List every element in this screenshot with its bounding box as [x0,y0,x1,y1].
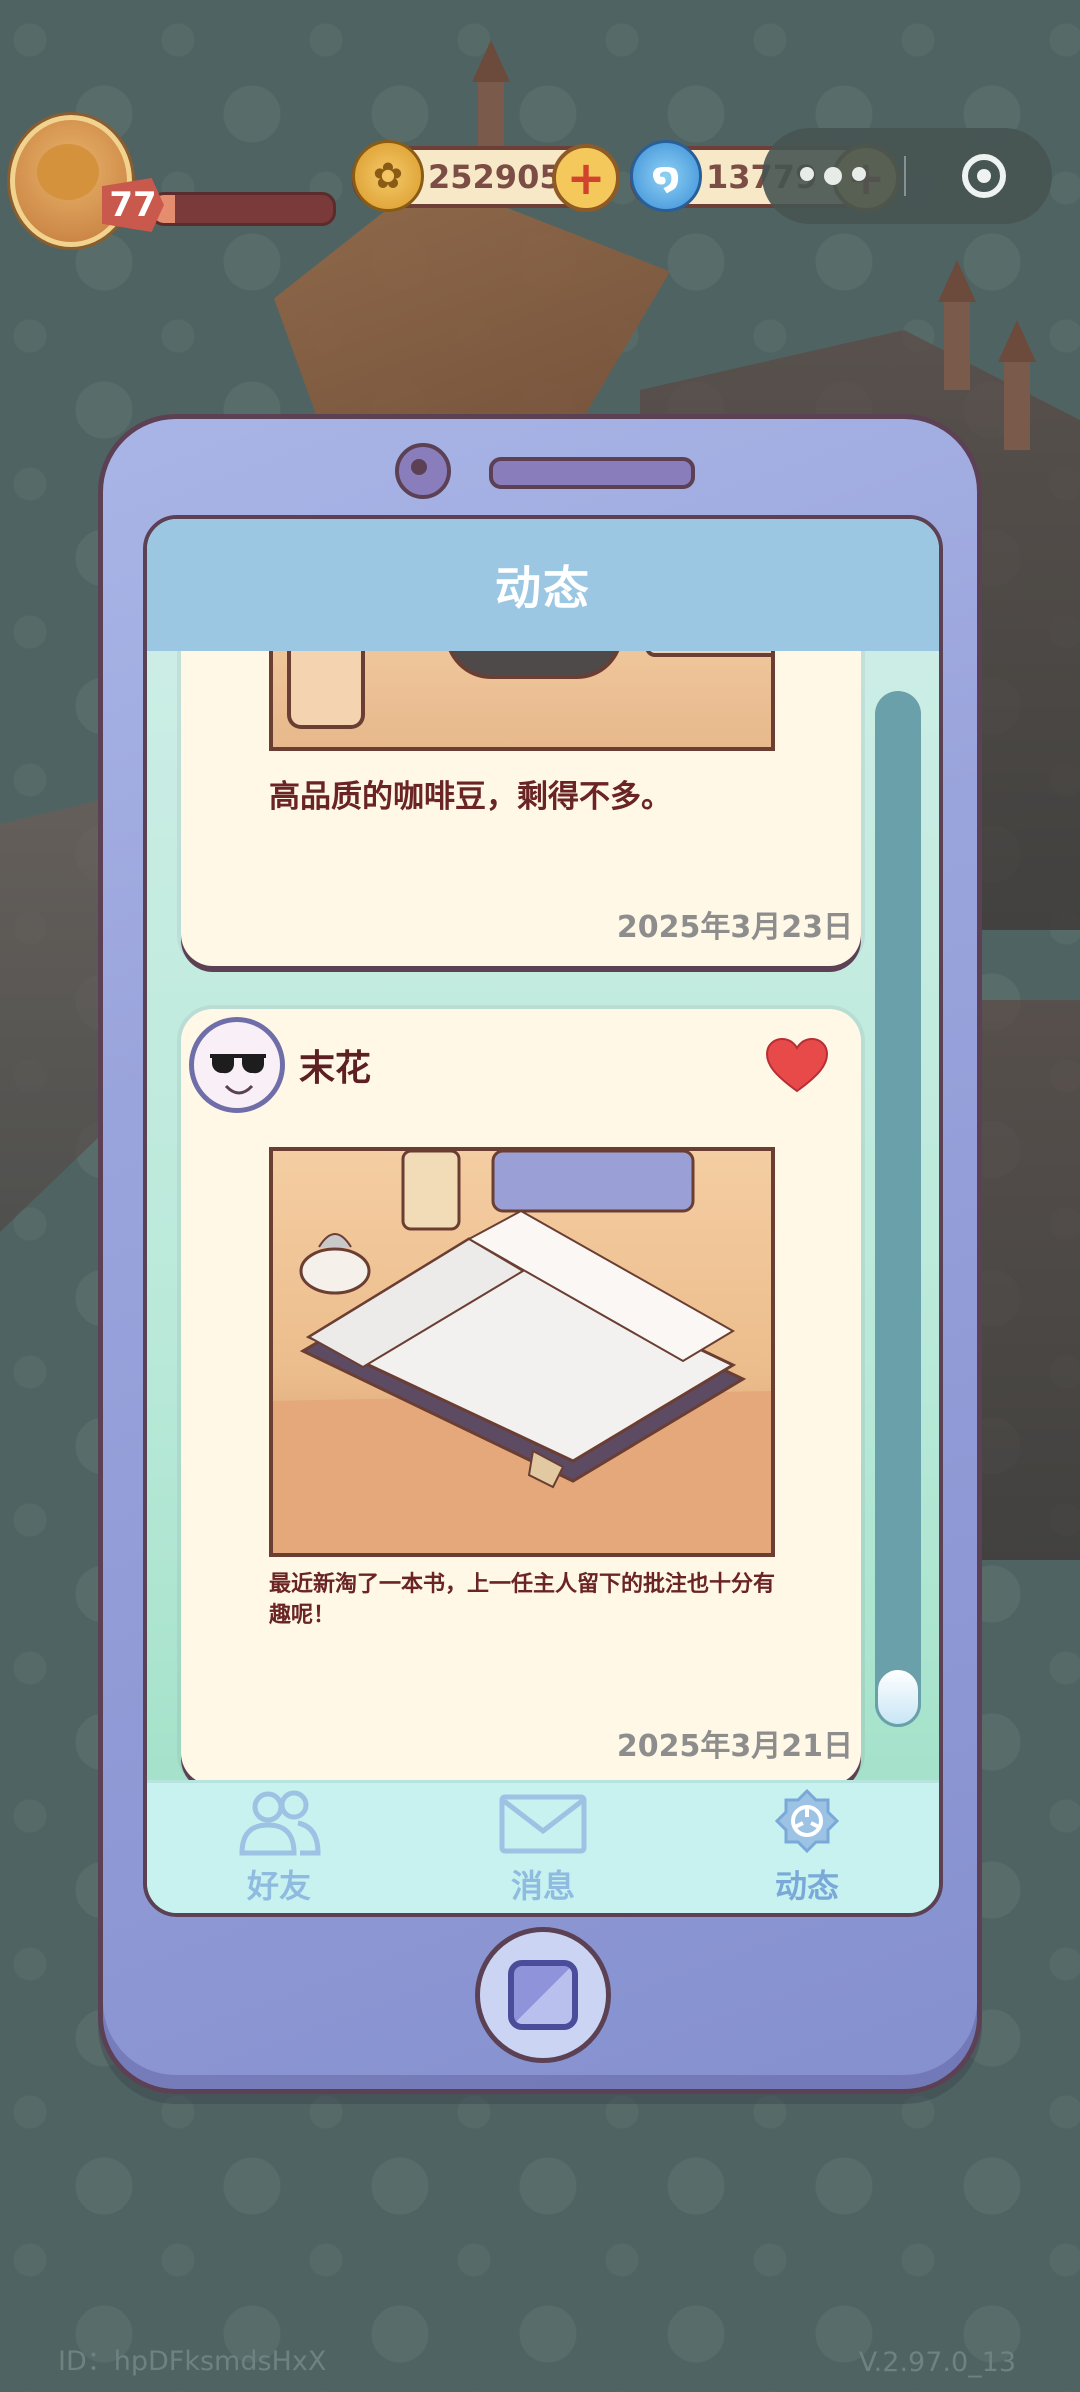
friends-icon [239,1790,321,1856]
phone-camera [395,443,451,499]
tab-label: 消息 [510,1867,575,1905]
moments-icon [774,1789,840,1854]
version-label: V.2.97.0_13 [858,2347,1016,2378]
coin-icon: ✿ [352,140,424,212]
post-photo-book [269,1147,775,1557]
tab-friends[interactable]: 好友 [179,1788,379,1908]
level-progress-bar [150,192,336,226]
author-avatar[interactable] [189,1017,285,1113]
screen-header: 动态 [147,519,939,651]
phone-screen: 动态 高品质的咖啡豆，剩得不多。 2025年3月23日 末花 最近新淘了一本书，… [143,515,943,1917]
moments-feed[interactable]: 高品质的咖啡豆，剩得不多。 2025年3月23日 末花 最近新淘了一本书，上一任… [147,651,939,1783]
post-card: 末花 最近新淘了一本书，上一任主人留下的批注也十分有趣呢！ 2025年3月21日 [181,1009,861,1783]
post-photo-coffee [269,651,775,751]
phone-device: 动态 高品质的咖啡豆，剩得不多。 2025年3月23日 末花 最近新淘了一本书，… [98,414,982,2094]
coin-value: 252905 [428,158,562,196]
home-square-icon [508,1960,578,2030]
more-menu-button[interactable] [762,167,904,185]
avatar-character [37,144,99,200]
capsule-divider [904,156,906,196]
post-date: 2025年3月21日 [616,1729,853,1764]
shop-window [970,1000,1080,1560]
tab-messages[interactable]: 消息 [443,1788,643,1908]
author-name: 末花 [299,1048,372,1089]
smile-icon [224,1084,254,1095]
tab-label: 好友 [246,1867,311,1905]
player-id: ID：hpDFksmdsHxX [58,2346,327,2377]
feed-scrollbar[interactable] [875,691,921,1727]
roof-spire [998,320,1036,450]
add-coins-button[interactable]: + [552,144,620,212]
miniprogram-capsule [762,128,1052,224]
coin-counter: ✿ 252905 + [352,140,620,212]
scrollbar-thumb[interactable] [875,1667,921,1727]
post-date: 2025年3月23日 [616,910,853,945]
post-card: 高品质的咖啡豆，剩得不多。 2025年3月23日 [181,651,861,966]
tab-label: 动态 [774,1867,839,1905]
tab-moments[interactable]: 动态 [707,1788,907,1908]
bottom-tab-bar: 好友 消息 动态 [147,1780,939,1913]
sunglasses-icon [210,1054,266,1074]
swirl-gem-icon: ໑ [630,140,702,212]
phone-speaker [489,457,695,489]
close-target-icon[interactable] [962,154,1006,198]
player-avatar[interactable] [10,115,132,247]
post-text: 最近新淘了一本书，上一任主人留下的批注也十分有趣呢！ [269,1572,776,1628]
flower-shelf [0,800,100,1232]
mail-icon [499,1794,587,1854]
phone-home-button[interactable] [475,1927,611,2063]
post-text: 高品质的咖啡豆，剩得不多。 [269,779,672,815]
heart-like-icon[interactable] [765,1037,829,1095]
page-title: 动态 [495,561,591,615]
level-badge: 77 [102,178,164,232]
roof-spire [938,260,976,390]
open-book-illustration [273,1151,771,1553]
